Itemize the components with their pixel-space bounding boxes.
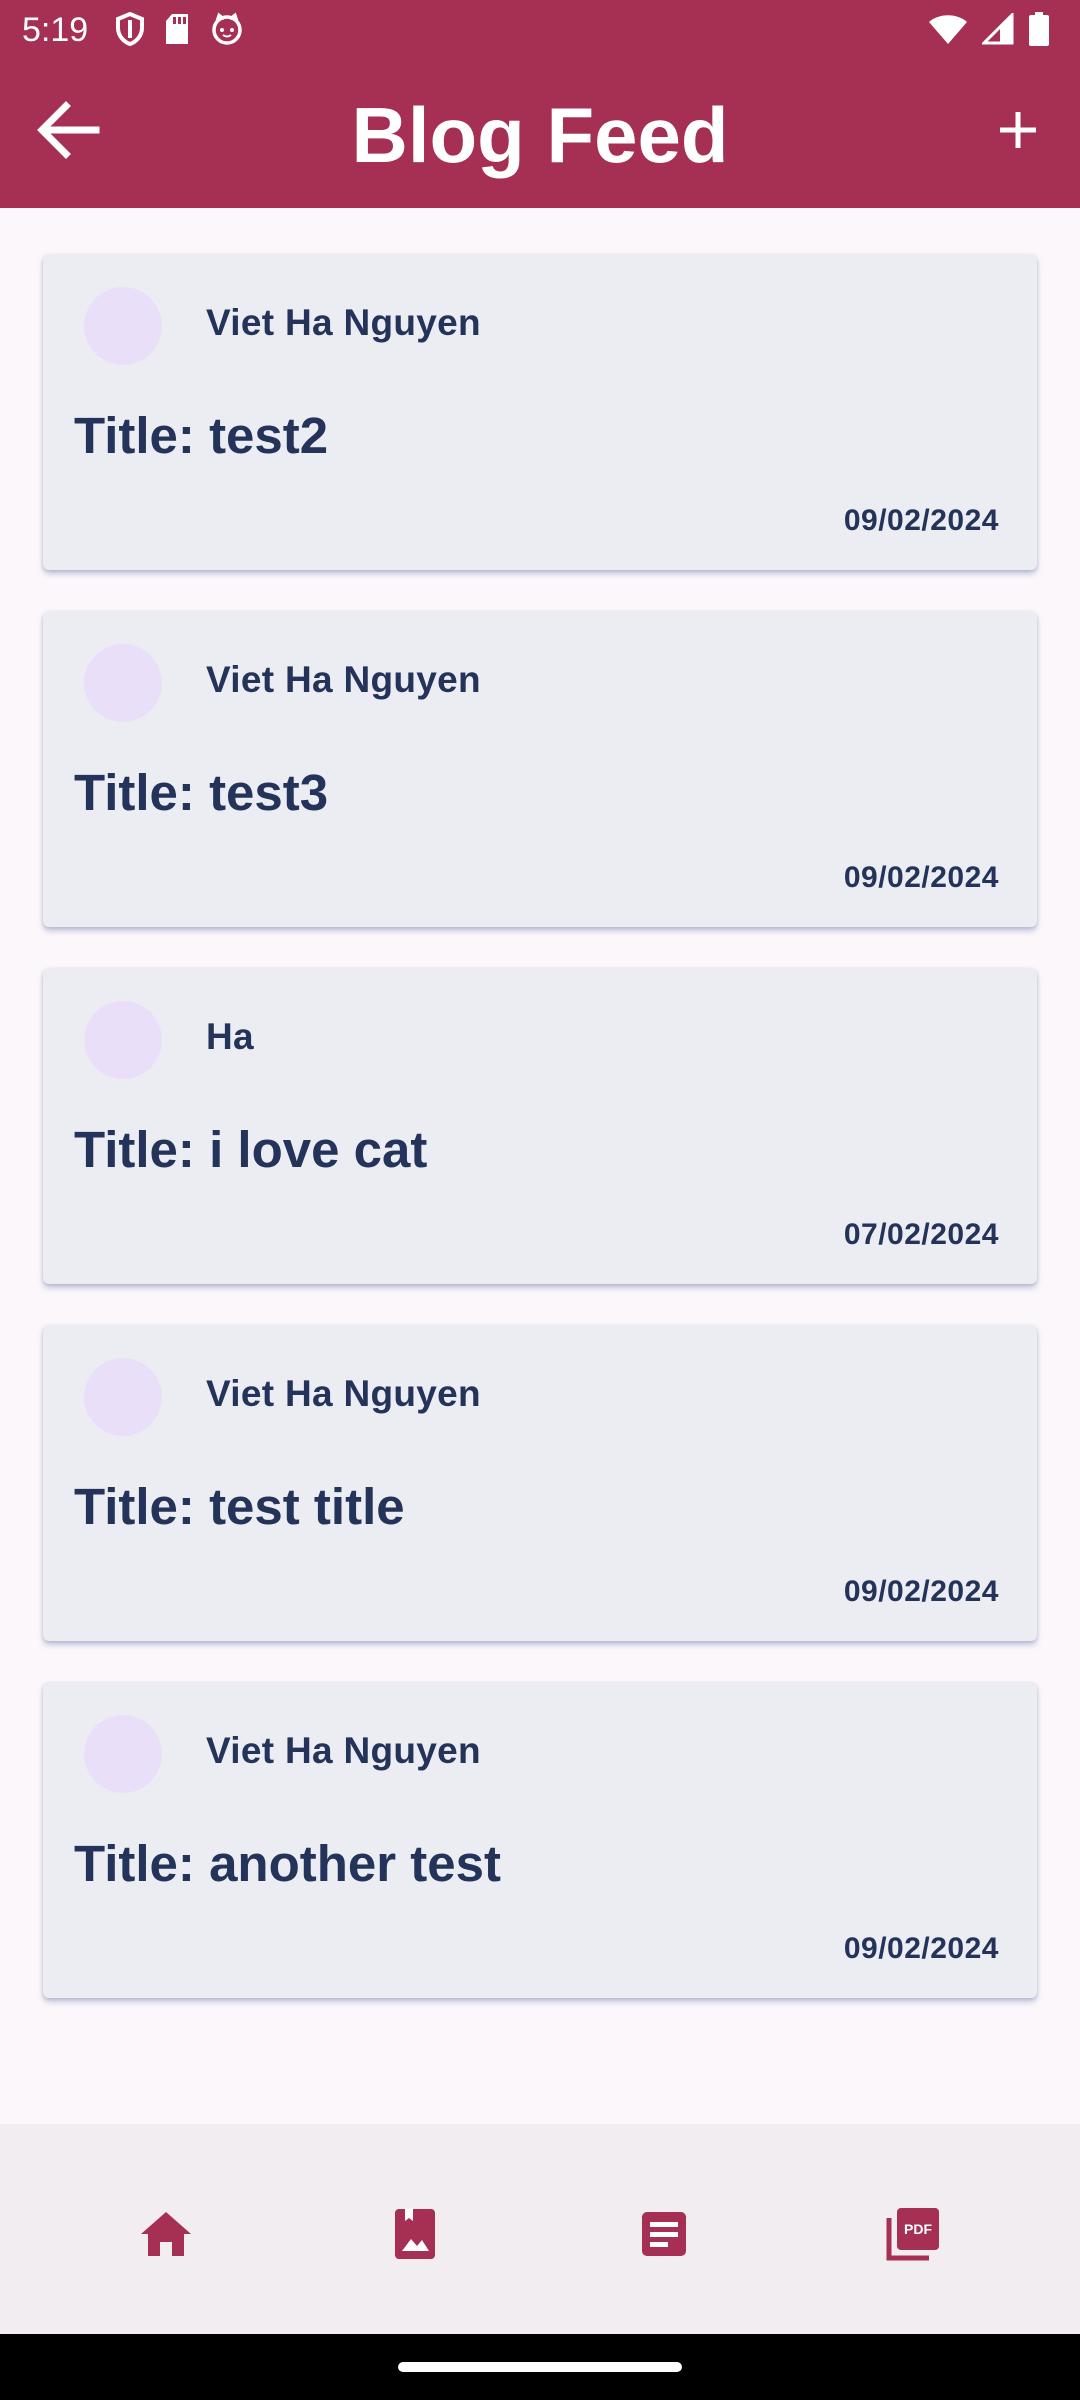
post-author: Viet Ha Nguyen bbox=[206, 659, 481, 700]
avatar bbox=[84, 644, 162, 722]
avatar bbox=[84, 1715, 162, 1793]
nav-album[interactable] bbox=[375, 2196, 455, 2276]
status-time: 5:19 bbox=[22, 11, 89, 49]
post-title: Title: test2 bbox=[74, 407, 329, 464]
post-author: Viet Ha Nguyen bbox=[206, 1730, 481, 1771]
add-post-button[interactable] bbox=[978, 92, 1058, 172]
cat-face-icon bbox=[210, 12, 244, 51]
sd-card-icon bbox=[164, 13, 190, 50]
post-date: 09/02/2024 bbox=[843, 861, 999, 894]
home-icon bbox=[139, 2210, 193, 2263]
avatar bbox=[84, 287, 162, 365]
post-card[interactable]: Ha Title: i love cat 07/02/2024 bbox=[43, 968, 1037, 1284]
bottom-navigation: PDF bbox=[0, 2124, 1080, 2334]
post-title: Title: test title bbox=[74, 1478, 405, 1535]
post-date: 09/02/2024 bbox=[843, 504, 999, 537]
post-title: Title: test3 bbox=[74, 764, 329, 821]
plus-icon bbox=[996, 108, 1040, 157]
svg-text:PDF: PDF bbox=[904, 2221, 932, 2237]
pdf-icon: PDF bbox=[885, 2206, 941, 2267]
post-date: 07/02/2024 bbox=[843, 1218, 999, 1251]
post-date: 09/02/2024 bbox=[843, 1932, 999, 1965]
app-bar: Blog Feed bbox=[0, 62, 1080, 208]
cell-signal-icon bbox=[980, 11, 1014, 50]
nav-home[interactable] bbox=[126, 2196, 206, 2276]
post-title: Title: another test bbox=[74, 1835, 501, 1892]
post-card[interactable]: Viet Ha Nguyen Title: another test 09/02… bbox=[43, 1682, 1037, 1998]
post-author: Viet Ha Nguyen bbox=[206, 1373, 481, 1414]
shield-icon bbox=[116, 11, 144, 51]
nav-articles[interactable] bbox=[624, 2196, 704, 2276]
status-left-icons bbox=[116, 11, 244, 51]
post-card[interactable]: Viet Ha Nguyen Title: test3 09/02/2024 bbox=[43, 611, 1037, 927]
battery-icon bbox=[1028, 12, 1050, 51]
avatar bbox=[84, 1001, 162, 1079]
avatar bbox=[84, 1358, 162, 1436]
page-title: Blog Feed bbox=[351, 91, 729, 179]
status-bar: 5:19 bbox=[0, 0, 1080, 62]
post-date: 09/02/2024 bbox=[843, 1575, 999, 1608]
article-icon bbox=[640, 2210, 688, 2263]
post-card[interactable]: Viet Ha Nguyen Title: test title 09/02/2… bbox=[43, 1325, 1037, 1641]
system-navigation-bar bbox=[0, 2334, 1080, 2400]
post-author: Viet Ha Nguyen bbox=[206, 302, 481, 343]
wifi-icon bbox=[928, 13, 968, 50]
post-author: Ha bbox=[206, 1016, 254, 1057]
status-right-icons bbox=[928, 11, 1050, 51]
gesture-handle[interactable] bbox=[398, 2362, 682, 2372]
post-title: Title: i love cat bbox=[74, 1121, 428, 1178]
nav-pdf[interactable]: PDF bbox=[873, 2196, 953, 2276]
post-card[interactable]: Viet Ha Nguyen Title: test2 09/02/2024 bbox=[43, 254, 1037, 570]
photo-album-icon bbox=[393, 2207, 437, 2266]
